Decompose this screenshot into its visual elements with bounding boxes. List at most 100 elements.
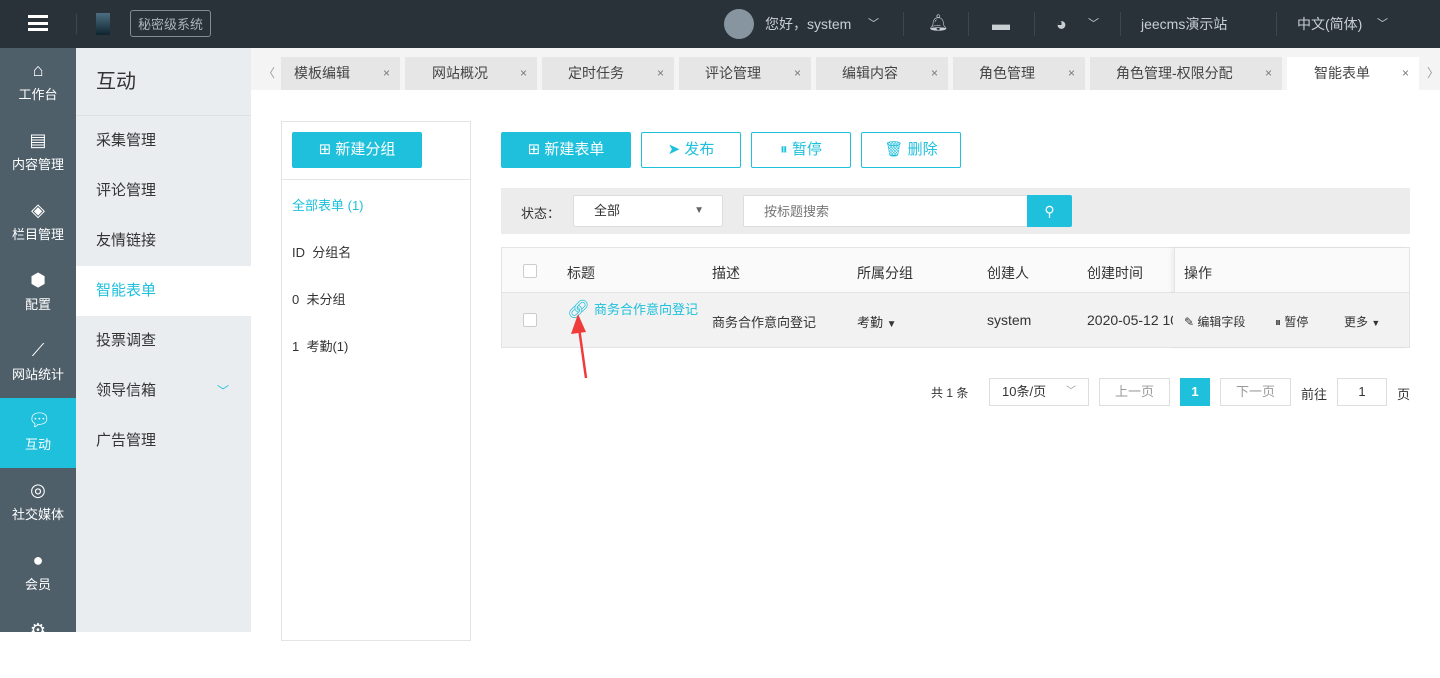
filter-bar: 状态： 全部 ▼ ⚲ <box>501 188 1410 234</box>
user-greeting[interactable]: 您好，system <box>765 0 851 48</box>
sidebar-item-vote[interactable]: 投票调查 <box>76 316 251 366</box>
prev-page-button[interactable]: 上一页 <box>1099 378 1170 406</box>
group-name: 未分组 <box>306 292 346 307</box>
close-icon[interactable]: × <box>794 57 801 90</box>
close-icon[interactable]: × <box>657 57 664 90</box>
page-1-button[interactable]: 1 <box>1180 378 1210 406</box>
system-badge: 秘密级系统 <box>130 10 212 37</box>
site-selector[interactable]: jeecms演示站 <box>1141 0 1227 48</box>
close-icon[interactable]: × <box>1068 57 1075 90</box>
tabs-next-icon[interactable]: 〉 <box>1427 64 1439 81</box>
chevron-down-icon: ﹀ <box>1066 386 1076 397</box>
tab-label: 网站概况 <box>432 65 488 81</box>
close-icon[interactable]: × <box>1402 57 1409 90</box>
nav-interaction[interactable]: 💬︎ 互动 <box>0 398 76 468</box>
form-group-select[interactable]: 考勤 ▼ <box>857 312 897 331</box>
publish-button[interactable]: ➤ 发布 <box>641 132 741 168</box>
header-title: 标题 <box>567 265 595 281</box>
sidebar-item-collect[interactable]: 采集管理 <box>76 116 251 166</box>
header-desc: 描述 <box>712 265 740 281</box>
edit-icon: ✎ <box>1184 315 1195 329</box>
nav-label: 会员 <box>24 577 51 592</box>
search-icon: ⚲ <box>1044 203 1055 219</box>
tabs-prev-icon[interactable]: 〈 <box>263 64 275 81</box>
chevron-down-icon: ﹀ <box>216 384 229 398</box>
goto-page-input[interactable]: 1 <box>1337 378 1387 406</box>
nav-label: 网站统计 <box>11 367 64 382</box>
nav-workbench[interactable]: ⌂ 工作台 <box>0 48 76 118</box>
tab-label: 智能表单 <box>1314 65 1370 81</box>
gear-icon: ⚙ <box>29 620 47 640</box>
row-checkbox[interactable] <box>523 313 537 327</box>
group-id: 0 <box>292 292 300 307</box>
group-id: 1 <box>292 339 300 354</box>
chevron-down-icon[interactable]: ﹀ <box>1377 0 1388 48</box>
avatar[interactable] <box>724 9 754 39</box>
status-select[interactable]: 全部 ▼ <box>573 195 723 227</box>
tab-template-edit[interactable]: 模板编辑 × <box>281 57 400 90</box>
tab-role-permissions[interactable]: 角色管理-权限分配 × <box>1090 57 1282 90</box>
group-header: ID 分组名 <box>292 242 351 261</box>
nav-stats[interactable]: ⟋ 网站统计 <box>0 328 76 398</box>
page-size-select[interactable]: 10条/页 ﹀ <box>989 378 1089 406</box>
chat-icon: 💬︎ <box>28 410 51 430</box>
monitor-icon[interactable]: ▬ <box>992 0 1010 48</box>
new-group-button[interactable]: ⊞ 新建分组 <box>292 132 422 168</box>
forms-table: 标题 描述 所属分组 创建人 创建时间 操作 🔗︎ 商务合作意向登记 商务合作意… <box>501 247 1410 348</box>
header-actions: 操作 <box>1184 265 1212 281</box>
form-created: 2020-05-12 10 <box>1087 312 1173 328</box>
menu-icon[interactable] <box>28 15 48 31</box>
language-selector[interactable]: 中文(简体) <box>1297 0 1362 48</box>
chevron-down-icon[interactable]: ﹀ <box>1088 0 1099 48</box>
search-input[interactable] <box>743 195 1028 227</box>
tab-scheduled-tasks[interactable]: 定时任务 × <box>542 57 674 90</box>
pause-button[interactable]: ⏸ 暂停 <box>751 132 851 168</box>
close-icon[interactable]: × <box>383 57 390 90</box>
sidebar-item-mailbox[interactable]: 领导信箱 ﹀ <box>76 366 251 416</box>
nav-config[interactable]: ⬢ 配置 <box>0 258 76 328</box>
sidebar-item-comments[interactable]: 评论管理 <box>76 166 251 216</box>
close-icon[interactable]: × <box>1265 57 1272 90</box>
close-icon[interactable]: × <box>931 57 938 90</box>
tab-edit-content[interactable]: 编辑内容 × <box>816 57 948 90</box>
nav-label: 工作台 <box>18 87 58 102</box>
delete-button[interactable]: 🗑︎ 删除 <box>861 132 961 168</box>
nav-label: 社交媒体 <box>11 507 64 522</box>
all-forms-link[interactable]: 全部表单 (1) <box>292 195 364 214</box>
tab-comments[interactable]: 评论管理 × <box>679 57 811 90</box>
sidebar-item-label: 领导信箱 <box>96 382 157 399</box>
sidebar-item-ads[interactable]: 广告管理 <box>76 416 251 466</box>
tab-label: 模板编辑 <box>294 65 350 81</box>
form-creator: system <box>987 312 1032 328</box>
nav-settings[interactable]: ⚙ <box>0 608 76 678</box>
nav-content[interactable]: ▤ 内容管理 <box>0 118 76 188</box>
more-button[interactable]: 更多 ▼ <box>1344 313 1380 330</box>
home-icon: ⌂ <box>32 60 44 80</box>
id-header: ID <box>292 245 305 260</box>
nav-social[interactable]: ◎ 社交媒体 <box>0 468 76 538</box>
sidebar-item-links[interactable]: 友情链接 <box>76 216 251 266</box>
nav-label: 内容管理 <box>11 157 64 172</box>
sidebar-item-smart-form[interactable]: 智能表单 <box>76 266 251 316</box>
tab-smart-form[interactable]: 智能表单 × <box>1287 57 1419 90</box>
nav-label: 栏目管理 <box>11 227 64 242</box>
bell-icon[interactable]: 🔔︎ <box>928 0 948 48</box>
palette-icon[interactable]: ◕ <box>1056 0 1067 48</box>
search-button[interactable]: ⚲ <box>1027 195 1072 227</box>
caret-down-icon: ▼ <box>694 205 704 216</box>
new-form-button[interactable]: ⊞ 新建表单 <box>501 132 631 168</box>
edit-fields-button[interactable]: ✎ 编辑字段 <box>1184 313 1245 330</box>
tab-site-overview[interactable]: 网站概况 × <box>405 57 537 90</box>
close-icon[interactable]: × <box>520 57 527 90</box>
nav-columns[interactable]: ◈ 栏目管理 <box>0 188 76 258</box>
next-page-button[interactable]: 下一页 <box>1220 378 1291 406</box>
goto-label: 前往 <box>1301 387 1328 402</box>
row-pause-button[interactable]: ⏸ 暂停 <box>1275 313 1308 330</box>
tab-roles[interactable]: 角色管理 × <box>953 57 1085 90</box>
select-all-checkbox[interactable] <box>523 264 537 278</box>
group-item[interactable]: 1 考勤(1) <box>292 336 348 355</box>
nav-member[interactable]: ● 会员 <box>0 538 76 608</box>
chevron-down-icon[interactable]: ﹀ <box>868 0 879 48</box>
form-title-link[interactable]: 商务合作意向登记 <box>594 300 699 320</box>
group-item[interactable]: 0 未分组 <box>292 289 345 308</box>
